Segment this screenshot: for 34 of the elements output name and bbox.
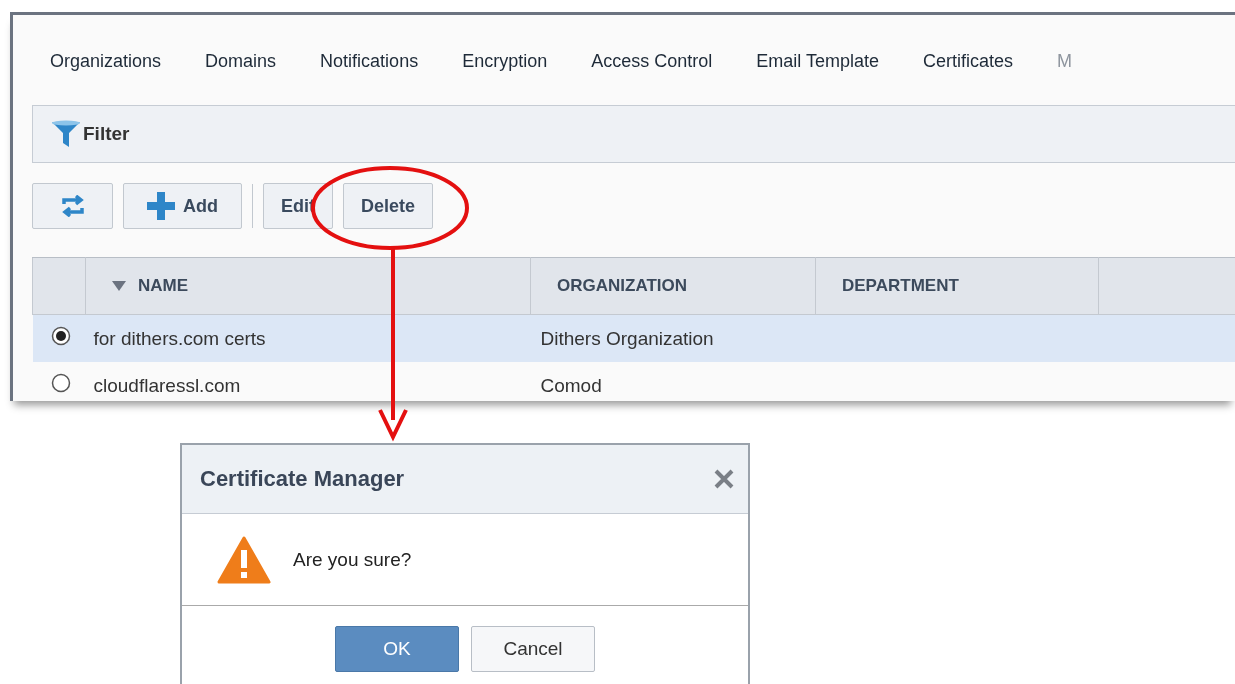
cancel-button[interactable]: Cancel bbox=[471, 626, 595, 672]
funnel-icon bbox=[51, 120, 81, 148]
sort-caret-icon bbox=[112, 281, 126, 291]
column-header[interactable]: NAME bbox=[85, 257, 531, 315]
warning-icon bbox=[217, 535, 271, 584]
dialog-message: Are you sure? bbox=[293, 548, 412, 571]
dialog-title: Certificate Manager bbox=[200, 466, 405, 492]
toolbar-button[interactable]: Delete bbox=[343, 183, 434, 229]
tab[interactable]: Notifications bbox=[320, 51, 419, 73]
refresh-icon bbox=[59, 195, 86, 217]
tab[interactable]: Access Control bbox=[591, 51, 713, 73]
column-label: NAME bbox=[138, 276, 189, 295]
table-cell: Dithers Organization bbox=[530, 314, 816, 362]
filter-label: Filter bbox=[83, 123, 130, 145]
ok-button[interactable]: OK bbox=[335, 626, 459, 672]
tab[interactable]: Email Template bbox=[756, 51, 879, 73]
plus-icon bbox=[147, 192, 175, 220]
column-header[interactable]: ORGANIZATION bbox=[530, 257, 816, 315]
filter-bar[interactable]: Filter bbox=[32, 105, 1235, 163]
refresh-button[interactable] bbox=[32, 183, 113, 229]
tab[interactable]: Domains bbox=[205, 51, 277, 73]
tab[interactable]: Encryption bbox=[462, 51, 548, 73]
column-header[interactable]: DEPARTMENT bbox=[815, 257, 1099, 315]
table-cell: Comod bbox=[530, 362, 816, 401]
column-label: ORGANIZATION bbox=[557, 276, 687, 295]
radio-button[interactable] bbox=[50, 373, 71, 393]
tab[interactable]: Organizations bbox=[50, 51, 162, 73]
table-cell: for dithers.com certs bbox=[85, 314, 531, 362]
column-label: DEPARTMENT bbox=[842, 276, 959, 295]
add-button[interactable]: Add bbox=[123, 183, 242, 229]
radio-button[interactable] bbox=[50, 326, 71, 346]
close-icon[interactable] bbox=[714, 469, 734, 489]
tab[interactable]: Certificates bbox=[922, 51, 1013, 73]
table-cell: cloudflaressl.com bbox=[85, 362, 531, 401]
